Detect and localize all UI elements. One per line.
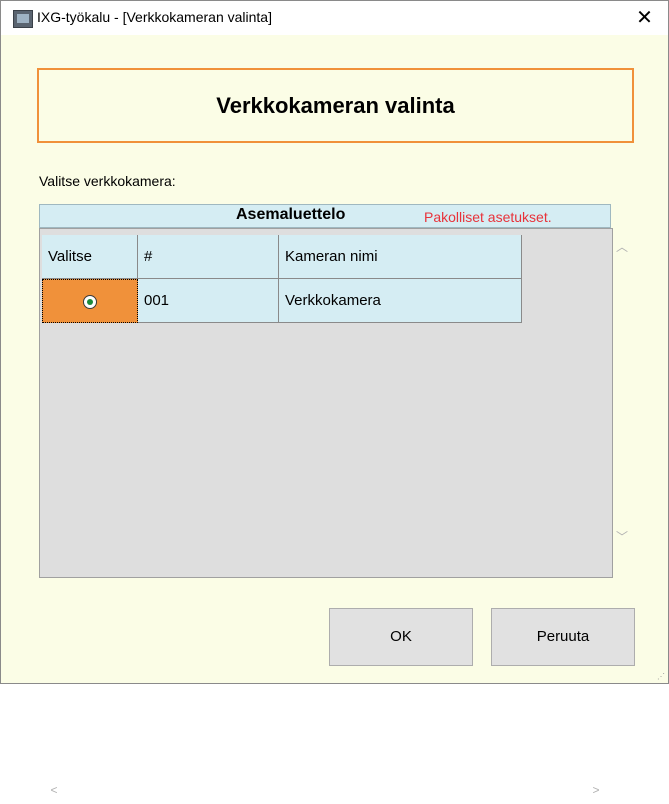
scroll-left-icon[interactable]: <	[46, 783, 62, 797]
close-button[interactable]: ✕	[621, 1, 668, 35]
ok-button[interactable]: OK	[329, 608, 473, 666]
header-banner: Verkkokameran valinta	[37, 68, 634, 143]
required-settings-note: Pakolliset asetukset.	[424, 209, 552, 225]
cancel-button[interactable]: Peruuta	[491, 608, 635, 666]
resize-grip-icon[interactable]: ⋰	[657, 673, 665, 681]
scroll-up-icon[interactable]: ︿	[614, 238, 630, 255]
select-camera-label: Valitse verkkokamera:	[39, 173, 176, 189]
column-header-camera-name[interactable]: Kameran nimi	[279, 235, 522, 279]
station-list-header: Asemaluettelo Pakolliset asetukset.	[39, 204, 611, 228]
scroll-down-icon[interactable]: ﹀	[614, 528, 630, 545]
page-title: Verkkokameran valinta	[216, 93, 455, 118]
grid-header-row: Valitse # Kameran nimi	[42, 235, 522, 279]
title-bar: IXG-työkalu - [Verkkokameran valinta] ✕	[1, 1, 668, 35]
camera-name-cell: Verkkokamera	[279, 279, 522, 323]
scroll-right-icon[interactable]: >	[588, 783, 604, 797]
camera-grid[interactable]: Valitse # Kameran nimi 001 Verkkokamera …	[39, 228, 628, 797]
table-row[interactable]: 001 Verkkokamera	[42, 279, 522, 323]
camera-number-cell: 001	[138, 279, 279, 323]
vertical-scrollbar[interactable]: ︿ ﹀	[609, 238, 635, 568]
column-header-select[interactable]: Valitse	[42, 235, 138, 279]
window-title: IXG-työkalu - [Verkkokameran valinta]	[37, 9, 272, 25]
select-cell[interactable]	[42, 279, 138, 323]
radio-selected-icon[interactable]	[83, 295, 97, 310]
app-camera-icon	[13, 10, 33, 28]
column-header-number[interactable]: #	[138, 235, 279, 279]
dialog-window: IXG-työkalu - [Verkkokameran valinta] ✕ …	[0, 0, 669, 797]
station-list-title: Asemaluettelo	[236, 206, 346, 223]
horizontal-scrollbar[interactable]: < >	[42, 780, 610, 804]
